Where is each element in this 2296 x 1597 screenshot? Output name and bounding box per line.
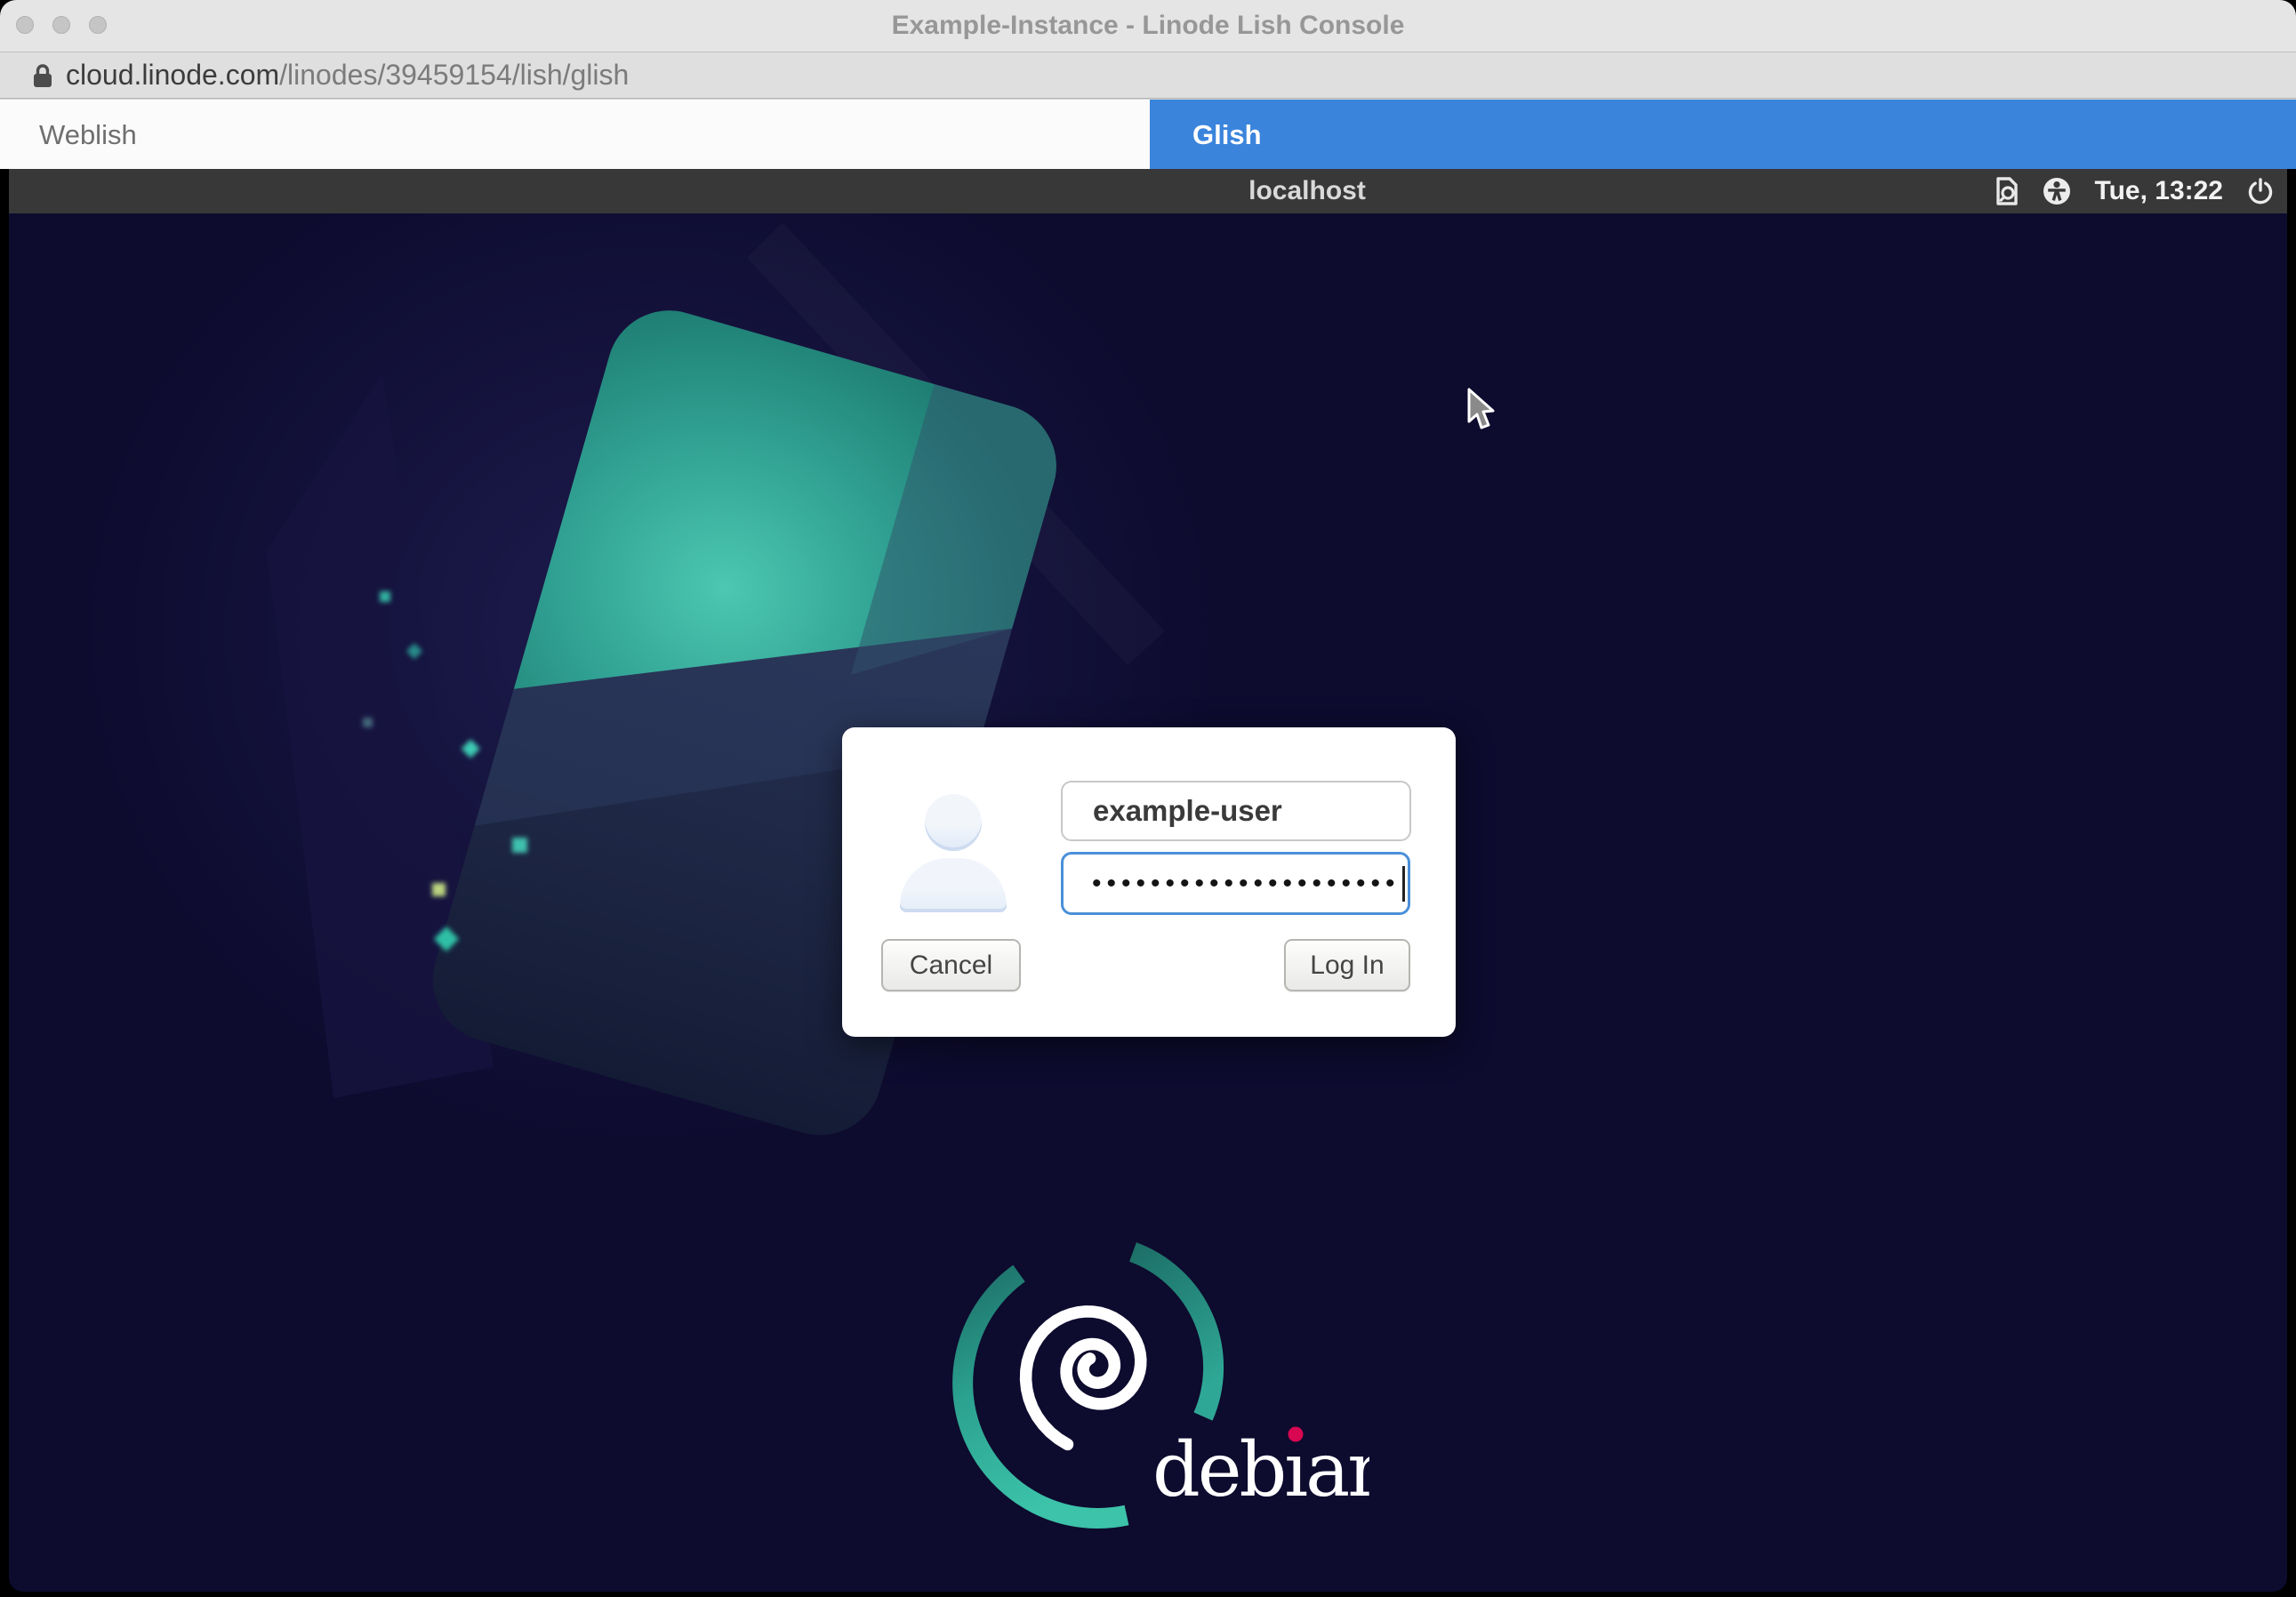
browser-url-bar[interactable]: cloud.linode.com/linodes/39459154/lish/g… [0, 52, 2296, 99]
mouse-cursor [1465, 388, 1501, 434]
power-icon[interactable] [2246, 176, 2275, 206]
lish-tab-bar: Weblish Glish [0, 99, 2296, 170]
username-value: example-user [1093, 794, 1282, 828]
password-input[interactable]: ••••••••••••••••••••• [1061, 852, 1410, 915]
url-text: cloud.linode.com/linodes/39459154/lish/g… [66, 52, 629, 97]
screen-magnifier-icon[interactable] [1995, 176, 2019, 207]
cancel-button-label: Cancel [910, 951, 992, 981]
url-path: /linodes/39459154/lish/glish [279, 59, 629, 91]
text-caret [1402, 866, 1405, 902]
tab-glish-label: Glish [1192, 119, 1262, 150]
glish-console-area: localhost Tue, 13:22 [0, 169, 2296, 1597]
hostname-label: localhost [1248, 169, 1366, 213]
lock-icon [32, 63, 53, 88]
clock-label[interactable]: Tue, 13:22 [2094, 176, 2223, 206]
login-dialog: example-user ••••••••••••••••••••• Cance… [842, 727, 1456, 1037]
user-avatar-icon [925, 794, 982, 851]
tab-weblish-label: Weblish [39, 119, 137, 150]
gdm-status-area: Tue, 13:22 [1995, 169, 2275, 213]
accessibility-icon[interactable] [2043, 177, 2071, 205]
gdm-top-bar: localhost Tue, 13:22 [9, 169, 2287, 213]
debian-logo: debıan [943, 1227, 1369, 1565]
debian-arc-right [1133, 1252, 1214, 1416]
remote-screen: localhost Tue, 13:22 [9, 169, 2287, 1592]
window-titlebar: Example-Instance - Linode Lish Console [0, 0, 2296, 52]
log-in-button[interactable]: Log In [1284, 939, 1410, 991]
tab-glish[interactable]: Glish [1150, 100, 2296, 170]
debian-swirl-icon [1026, 1312, 1141, 1445]
url-domain: cloud.linode.com [66, 59, 279, 91]
screenshot-root: Example-Instance - Linode Lish Console c… [0, 0, 2296, 1597]
username-input[interactable]: example-user [1061, 781, 1411, 841]
log-in-button-label: Log In [1310, 951, 1384, 981]
password-masked-value: ••••••••••••••••••••• [1092, 871, 1401, 897]
tab-weblish[interactable]: Weblish [0, 100, 1150, 170]
user-avatar-icon-body [900, 858, 1007, 912]
cancel-button[interactable]: Cancel [881, 939, 1021, 991]
window-title: Example-Instance - Linode Lish Console [0, 0, 2296, 52]
debian-wordmark: debıan [1152, 1426, 1369, 1513]
debian-i-dot [1288, 1427, 1304, 1442]
